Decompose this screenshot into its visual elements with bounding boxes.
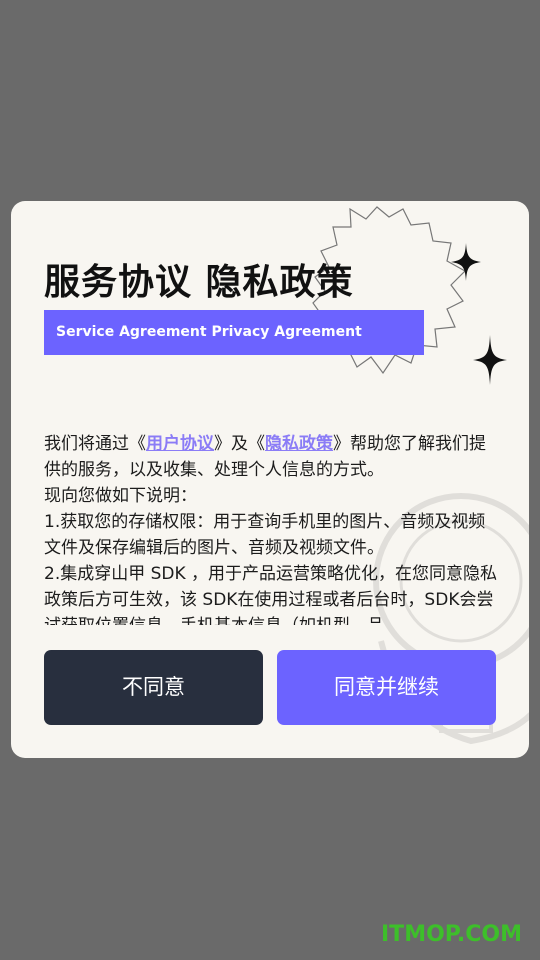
agreement-paragraph: 现向您做如下说明： [44,486,197,506]
agreement-paragraph: 1.获取您的存储权限：用于查询手机里的图片、音频及视频文件及保存编辑后的图片、音… [44,512,486,558]
disagree-button[interactable]: 不同意 [44,650,263,725]
agreement-paragraph: 2.集成穿山甲 SDK ，用于产品运营策略优化，在您同意隐私政策后方可生效，该 … [44,564,498,625]
dialog-title: 服务协议 隐私政策 [44,262,354,303]
text-span: 》及《 [214,434,265,454]
text-span: 我们将通过《 [44,434,146,454]
user-agreement-link[interactable]: 用户协议 [146,434,214,454]
sparkle-star-icon [473,335,507,385]
agreement-text: 我们将通过《用户协议》及《隐私政策》帮助您了解我们提供的服务，以及收集、处理个人… [44,431,499,625]
privacy-dialog: 服务协议 隐私政策 Service Agreement Privacy Agre… [11,201,529,758]
agreement-paragraph: 我们将通过《用户协议》及《隐私政策》帮助您了解我们提供的服务，以及收集、处理个人… [44,431,499,483]
sparkle-star-icon [451,243,481,281]
dialog-subtitle: Service Agreement Privacy Agreement [44,310,424,355]
agree-continue-button[interactable]: 同意并继续 [277,650,496,725]
site-watermark: ITMOP.COM [381,922,522,947]
privacy-policy-link[interactable]: 隐私政策 [265,434,333,454]
